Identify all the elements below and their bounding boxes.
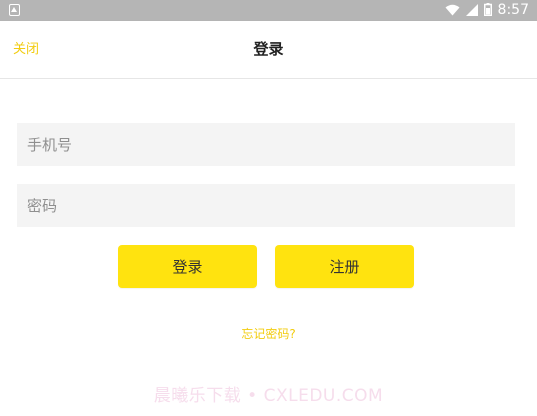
login-form: 登录 注册 忘记密码? 晨曦乐下载 • CXLEDU.COM — [0, 79, 537, 416]
register-button[interactable]: 注册 — [275, 245, 414, 288]
page-title: 登录 — [253, 40, 284, 58]
status-time: 8:57 — [497, 2, 529, 18]
signal-icon — [465, 1, 478, 20]
notification-icon — [9, 4, 20, 16]
forgot-password-link[interactable]: 忘记密码? — [0, 325, 537, 342]
wifi-icon — [445, 1, 460, 20]
password-input[interactable] — [17, 184, 515, 227]
status-indicators: 8:57 — [445, 0, 529, 21]
app-header: 关闭 登录 — [0, 21, 537, 79]
watermark: 晨曦乐下载 • CXLEDU.COM — [153, 386, 384, 406]
login-button[interactable]: 登录 — [118, 245, 257, 288]
battery-icon — [483, 1, 492, 20]
phone-input[interactable] — [17, 123, 515, 166]
status-bar: 8:57 — [0, 0, 537, 21]
